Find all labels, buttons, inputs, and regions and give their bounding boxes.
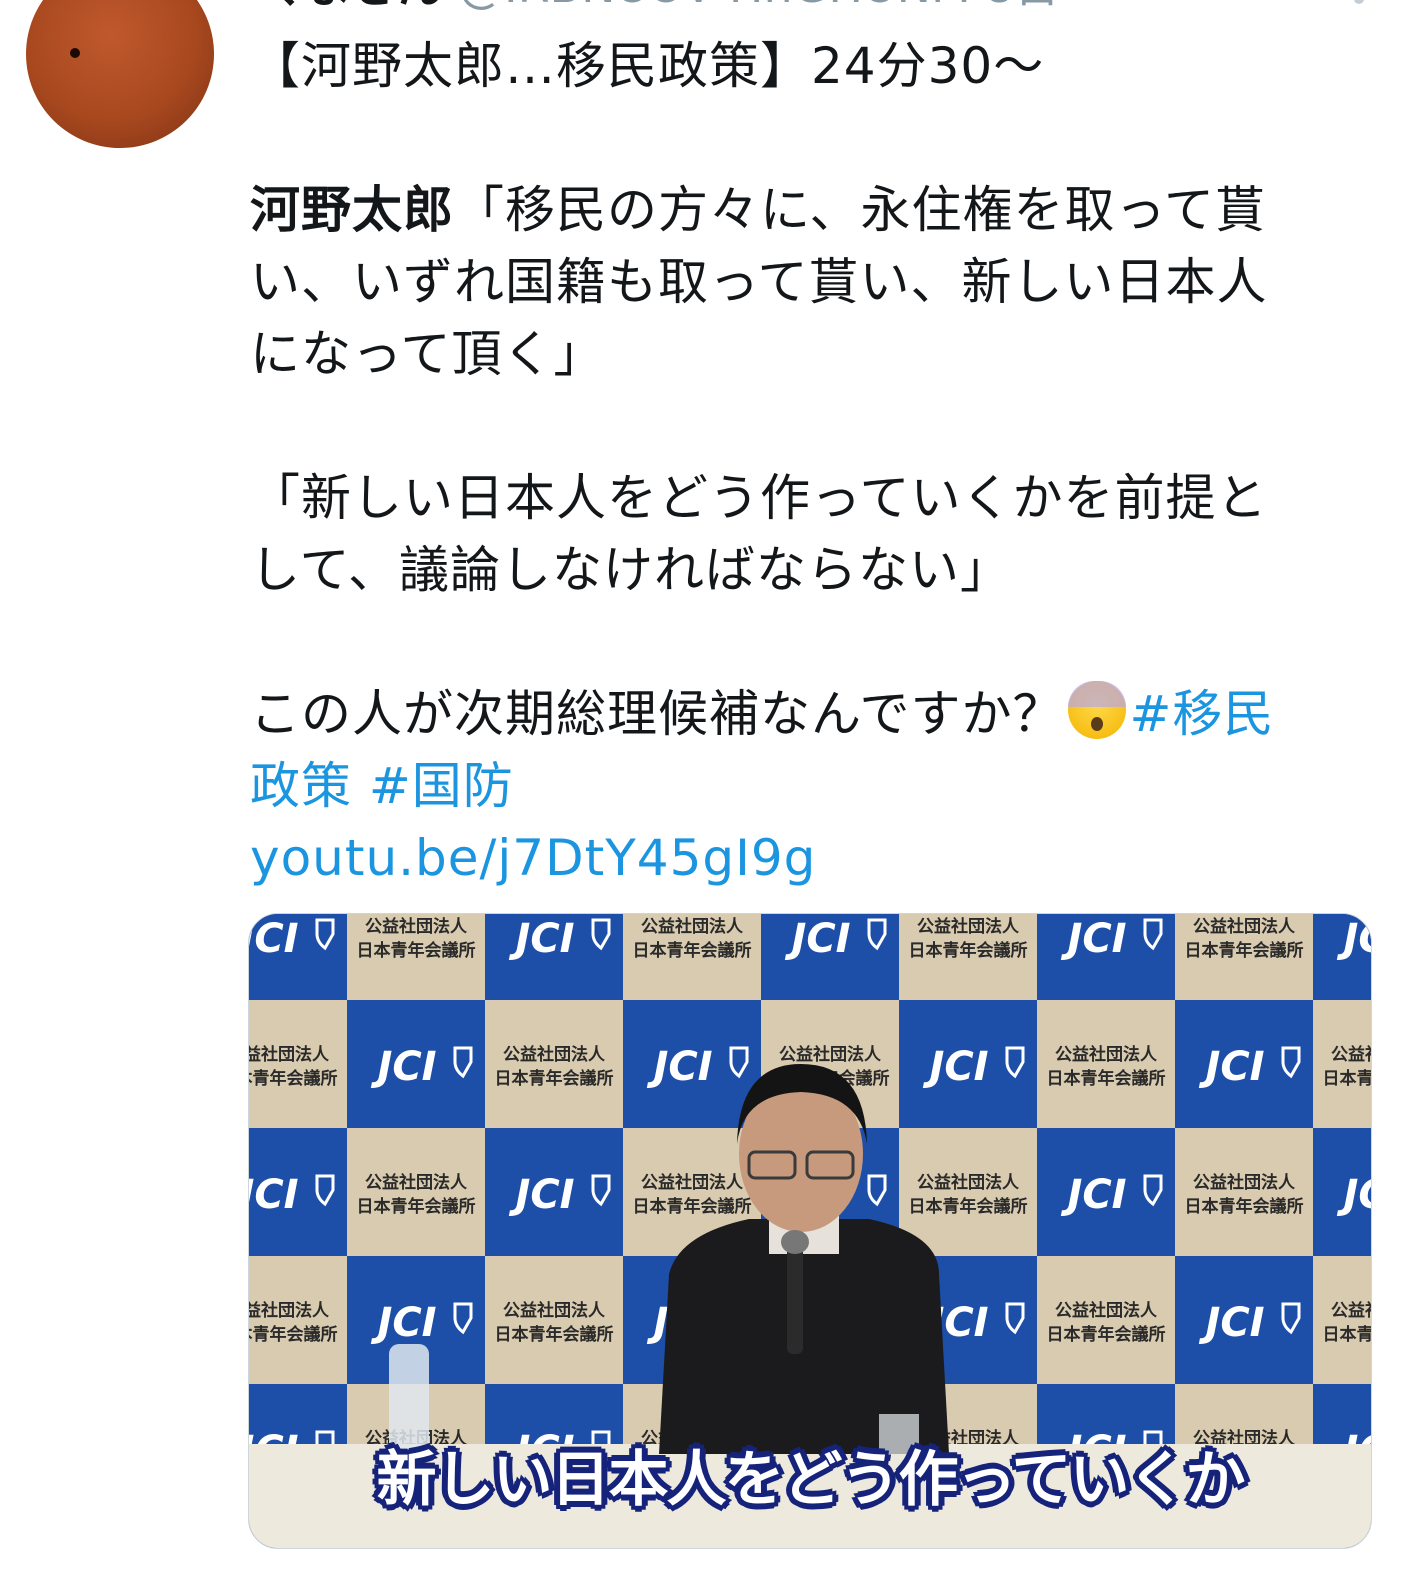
video-thumbnail[interactable]: JCI公益社団法人日本青年会議所JCI公益社団法人日本青年会議所JCI公益社団法… bbox=[248, 913, 1372, 1549]
org-line-1: 公益社団法人 bbox=[917, 916, 1020, 937]
org-line-1: 公益社団法人 bbox=[1193, 916, 1296, 937]
jci-logo-text: JCI bbox=[646, 1044, 712, 1090]
org-line-1: 公益社団法人 bbox=[779, 1044, 882, 1065]
tweet-timestamp[interactable]: 8日 bbox=[985, 0, 1060, 12]
org-line-2: 日本青年会議所 bbox=[249, 1068, 338, 1089]
hashtag-national-defense[interactable]: #国防 bbox=[369, 757, 514, 815]
org-line-1: 公益社団法人 bbox=[249, 1300, 330, 1321]
tweet-text: 【河野太郎…移民政策】24分30〜河野太郎「移民の方々に、永住権を取って貰 い、い… bbox=[250, 30, 1370, 894]
anxious-face-emoji bbox=[1067, 681, 1126, 739]
org-line-1: 公益社団法人 bbox=[365, 916, 468, 937]
org-line-1: 公益社団法人 bbox=[641, 1172, 744, 1193]
org-line-2: 日本青年会議所 bbox=[357, 940, 476, 961]
jci-logo-text: JCI bbox=[508, 916, 574, 962]
tweet-line: い、いずれ国籍も取って貰い、新しい日本人 bbox=[250, 253, 1268, 311]
author-handle[interactable]: @IRBNUUV HnGHUNM bbox=[458, 0, 971, 12]
tweet-line: して、議論しなければならない」 bbox=[250, 541, 1011, 599]
org-line-2: 日本青年会議所 bbox=[633, 940, 752, 961]
jci-logo-text: JCI bbox=[1060, 916, 1126, 962]
author-name[interactable]: くまさん bbox=[260, 0, 444, 12]
jci-logo-text: JCI bbox=[370, 1300, 436, 1346]
jci-logo-text: JCI bbox=[370, 1044, 436, 1090]
org-line-2: 日本青年会議所 bbox=[633, 1196, 752, 1217]
org-line-1: 公益社団法人 bbox=[1193, 1172, 1296, 1193]
youtube-link[interactable]: youtu.be/j7DtY45gI9g bbox=[250, 822, 1370, 894]
microphone bbox=[787, 1244, 803, 1354]
jci-logo-text: JCI bbox=[1060, 1172, 1126, 1218]
hashtag-immigration-policy-cont[interactable]: 政策 bbox=[250, 757, 352, 815]
jci-logo-text: JCI bbox=[249, 916, 299, 962]
video-caption: 新しい日本人をどう作っていくか bbox=[376, 1445, 1246, 1515]
jci-logo-text: JCI bbox=[508, 1172, 574, 1218]
question-text: この人が次期総理候補なんですか？ bbox=[250, 685, 1064, 743]
avatar-dot bbox=[70, 48, 80, 58]
org-line-2: 日本青年会議所 bbox=[909, 1196, 1028, 1217]
org-line-1: 公益社団法人 bbox=[1331, 1044, 1371, 1065]
jci-logo-text: JCI bbox=[1198, 1300, 1264, 1346]
org-line-2: 日本青年会議所 bbox=[249, 1324, 338, 1345]
org-line-2: 日本青年会議所 bbox=[1185, 1196, 1304, 1217]
tweet-line: 河野太郎「移民の方々に、永住権を取って貰 bbox=[250, 181, 1266, 239]
author-avatar[interactable] bbox=[26, 0, 214, 148]
more-options-icon[interactable] bbox=[1354, 0, 1364, 4]
org-line-1: 公益社団法人 bbox=[249, 1044, 330, 1065]
org-line-1: 公益社団法人 bbox=[641, 916, 744, 937]
org-line-1: 公益社団法人 bbox=[503, 1300, 606, 1321]
org-line-2: 日本青年会議所 bbox=[1047, 1324, 1166, 1345]
org-line-2: 日本青年会議所 bbox=[357, 1196, 476, 1217]
tweet-line: 「新しい日本人をどう作っていくかを前提と bbox=[250, 469, 1268, 527]
tweet-line: になって頂く」 bbox=[250, 325, 605, 383]
org-line-2: 日本青年会議所 bbox=[1323, 1324, 1372, 1345]
org-line-2: 日本青年会議所 bbox=[909, 940, 1028, 961]
org-line-1: 公益社団法人 bbox=[365, 1172, 468, 1193]
org-line-1: 公益社団法人 bbox=[1331, 1300, 1371, 1321]
jci-logo-text: JCI bbox=[784, 916, 850, 962]
microphone-head bbox=[781, 1230, 809, 1254]
tweet-header: くまさん @IRBNUUV HnGHUNM 8日 bbox=[260, 0, 1060, 12]
tweet-hashtag-line: 政策 #国防 bbox=[250, 750, 1370, 822]
jci-logo-text: JCI bbox=[249, 1172, 299, 1218]
jci-logo-text: JCI bbox=[1198, 1044, 1264, 1090]
org-line-2: 日本青年会議所 bbox=[1323, 1068, 1372, 1089]
tweet-line: 【河野太郎…移民政策】24分30〜 bbox=[250, 37, 1045, 95]
org-line-2: 日本青年会議所 bbox=[495, 1324, 614, 1345]
org-line-1: 公益社団法人 bbox=[917, 1172, 1020, 1193]
org-line-2: 日本青年会議所 bbox=[1185, 940, 1304, 961]
tweet-question-line: この人が次期総理候補なんですか？ #移民 bbox=[250, 678, 1370, 750]
org-line-1: 公益社団法人 bbox=[1055, 1300, 1158, 1321]
hashtag-immigration-policy[interactable]: #移民 bbox=[1130, 685, 1275, 743]
tweet-body-lines: 【河野太郎…移民政策】24分30〜河野太郎「移民の方々に、永住権を取って貰 い、い… bbox=[250, 30, 1370, 678]
org-line-1: 公益社団法人 bbox=[1055, 1044, 1158, 1065]
jci-logo-text: JCI bbox=[922, 1044, 988, 1090]
org-line-2: 日本青年会議所 bbox=[495, 1068, 614, 1089]
org-line-1: 公益社団法人 bbox=[503, 1044, 606, 1065]
org-line-2: 日本青年会議所 bbox=[1047, 1068, 1166, 1089]
